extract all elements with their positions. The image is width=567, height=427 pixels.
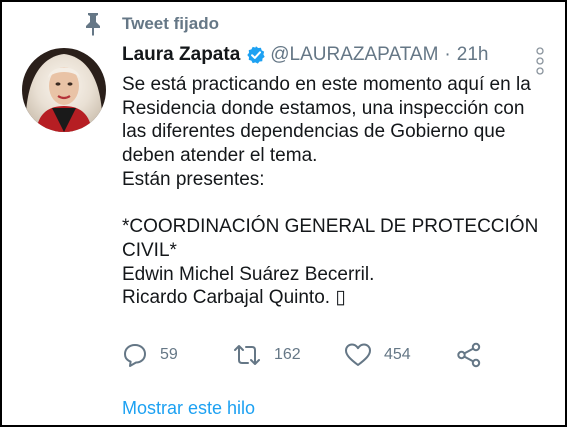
tweet-text-line: Se está practicando en este momento aquí… [122,74,531,95]
reply-icon [124,344,146,367]
pinned-indicator: Tweet fijado [82,12,219,36]
retweet-button[interactable]: 162 [232,342,301,368]
tweet-text-line: Ricardo Carbajal Quinto. ▯ [122,287,346,309]
heart-icon [345,343,371,366]
author-name[interactable]: Laura Zapata [122,44,240,66]
share-button[interactable] [456,342,494,368]
tweet-text-line: Están presentes: [122,168,265,190]
reply-button[interactable]: 59 [122,342,178,368]
reply-count: 59 [160,346,178,363]
separator-dot: · [444,44,451,65]
tweet-text-line: Residencia donde estamos, una inspección… [122,97,525,119]
tweet-text-line: CIVIL* [122,239,177,261]
show-thread-link[interactable]: Mostrar este hilo [122,398,255,419]
pin-icon [86,13,100,36]
avatar-image [22,48,106,132]
like-count: 454 [384,346,411,363]
like-button[interactable]: 454 [344,342,411,368]
verified-badge-icon [247,46,265,64]
author-handle[interactable]: @LAURAZAPATAM [270,44,438,66]
share-icon [457,342,481,368]
tweet-actions: 59 162 454 [122,342,522,374]
avatar[interactable] [22,48,106,132]
tweet-text-line: deben atender el tema. [122,145,318,167]
retweet-count: 162 [274,346,301,363]
tweet-text-line [122,192,552,216]
tweet-card[interactable]: Tweet fijado Laura Zapata @LAURAZAPATAM … [2,2,565,425]
retweet-icon [234,345,260,365]
tweet-text: Se está practicando en este momento aquí… [122,73,552,310]
more-vertical-icon[interactable] [535,46,545,76]
tweet-header: Laura Zapata @LAURAZAPATAM · 21h [122,44,488,66]
pinned-label: Tweet fijado [122,14,219,33]
tweet-text-line: las diferentes dependencias de Gobierno … [122,121,506,143]
tweet-timestamp[interactable]: 21h [457,44,489,66]
tweet-text-line: *COORDINACIÓN GENERAL DE PROTECCIÓN [122,216,539,238]
tweet-text-line: Edwin Michel Suárez Becerril. [122,263,375,285]
